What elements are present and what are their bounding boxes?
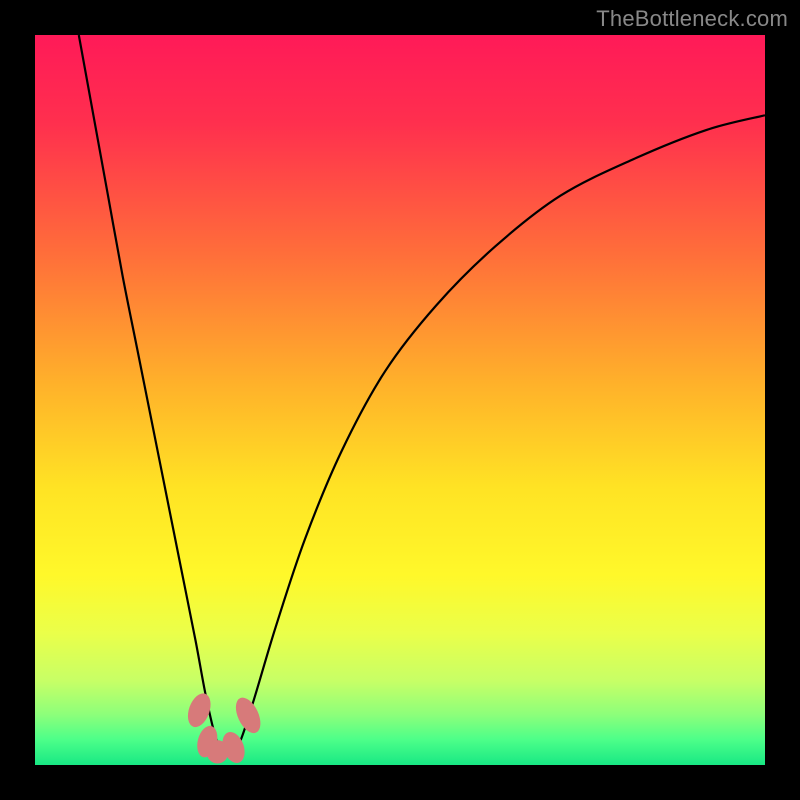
outer-frame: TheBottleneck.com bbox=[0, 0, 800, 800]
curve-layer bbox=[35, 35, 765, 765]
plot-area bbox=[35, 35, 765, 765]
bottleneck-curve bbox=[79, 35, 765, 754]
watermark-text: TheBottleneck.com bbox=[596, 6, 788, 32]
trough-marker bbox=[184, 690, 215, 730]
trough-marker bbox=[231, 694, 266, 737]
